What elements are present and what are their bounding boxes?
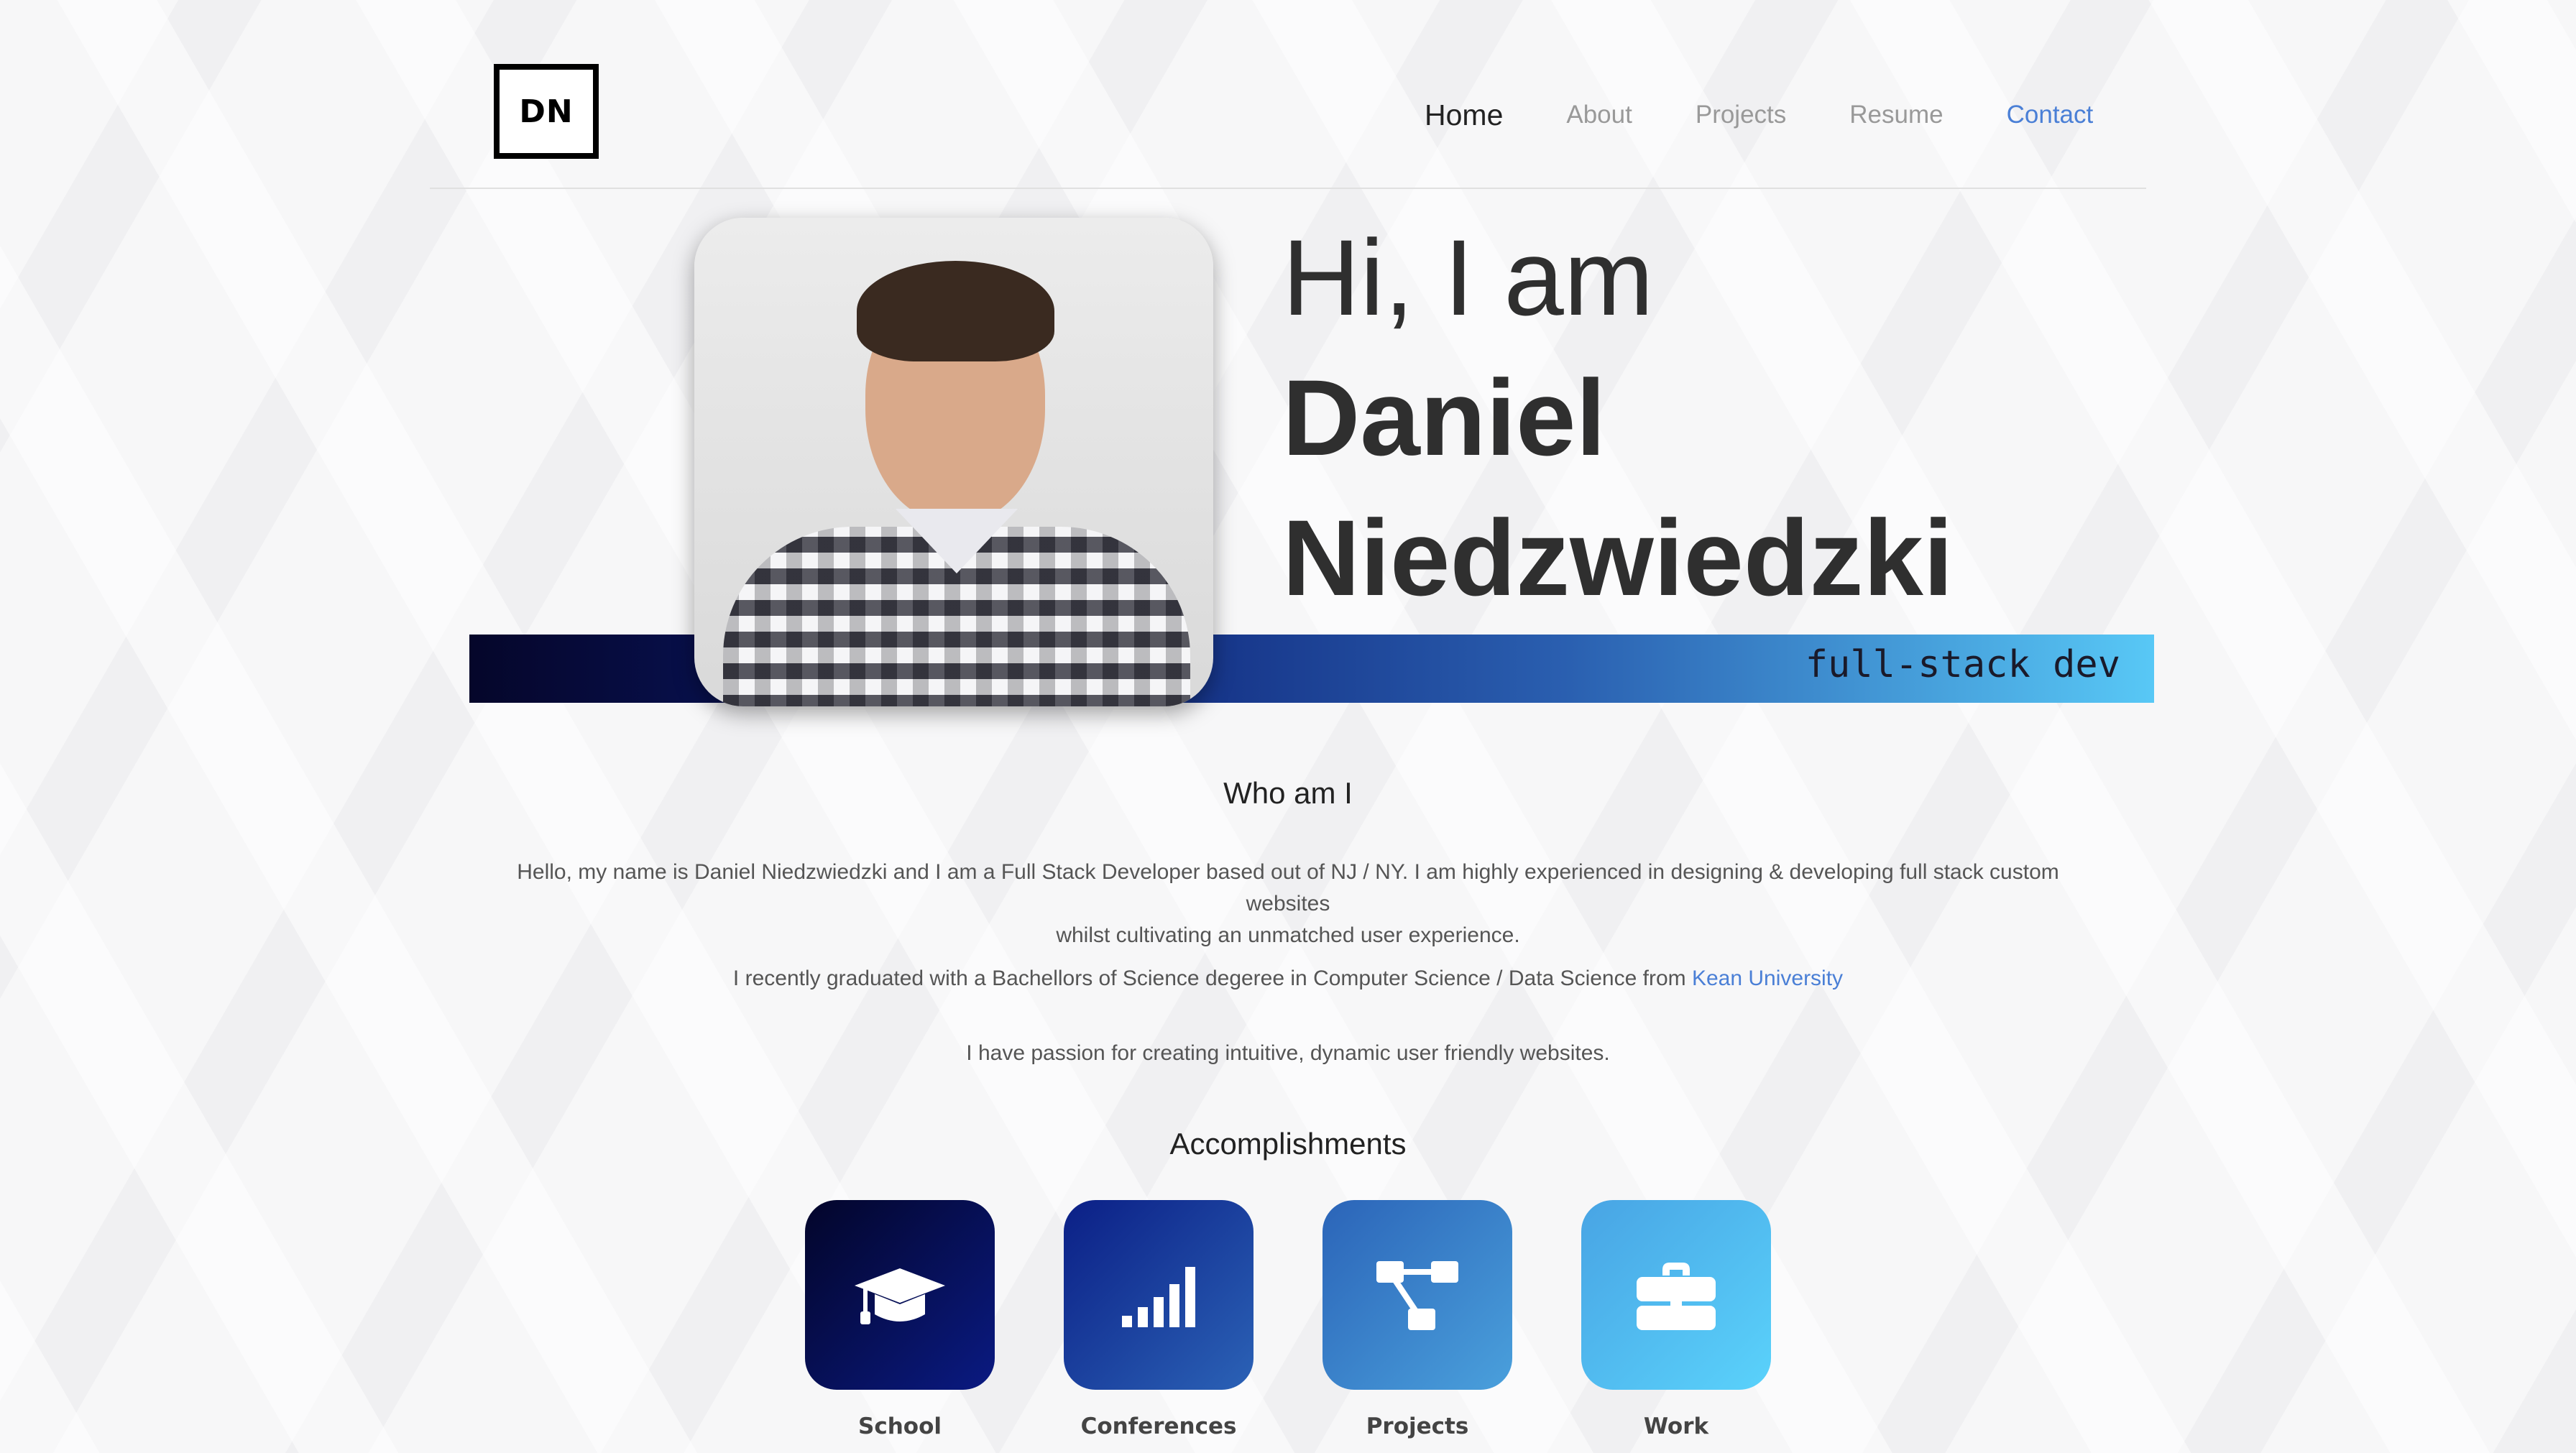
about-title: Who am I	[1223, 776, 1353, 810]
about-p2-text: I recently graduated with a Bachellors o…	[732, 967, 1692, 990]
conferences-label: Conferences	[1080, 1413, 1237, 1439]
projects-label: Projects	[1366, 1413, 1469, 1439]
profile-photo	[694, 218, 1213, 706]
about-paragraph-2: I recently graduated with a Bachellors o…	[489, 963, 2087, 995]
nav-about[interactable]: About	[1566, 93, 1632, 137]
work-tile[interactable]	[1581, 1200, 1771, 1390]
page: DN Home About Projects Resume Contact fu…	[0, 0, 2576, 1453]
nav-contact[interactable]: Contact	[2007, 93, 2094, 137]
conferences-tile[interactable]	[1064, 1200, 1254, 1390]
projects-tile[interactable]	[1322, 1200, 1512, 1390]
school-tile[interactable]	[805, 1200, 995, 1390]
site-logo[interactable]: DN	[494, 64, 599, 159]
graduation-cap-icon	[855, 1268, 945, 1324]
work-label: Work	[1643, 1413, 1709, 1439]
about-p1-line2: whilst cultivating an unmatched user exp…	[1056, 923, 1520, 947]
header-divider	[430, 188, 2146, 189]
photo-hair	[857, 261, 1054, 361]
main-nav: Home About Projects Resume Contact	[1425, 93, 2093, 137]
nav-resume[interactable]: Resume	[1849, 93, 1943, 137]
kean-university-link[interactable]: Kean University	[1692, 967, 1843, 990]
hero-greeting: Hi, I am	[1282, 217, 1654, 338]
nav-projects[interactable]: Projects	[1696, 93, 1786, 137]
role-tagline: full-stack dev	[1805, 643, 2120, 686]
about-p1-line1: Hello, my name is Daniel Niedzwiedzki an…	[517, 860, 2059, 915]
signal-bars-icon	[1122, 1267, 1195, 1327]
about-paragraph-3: I have passion for creating intuitive, d…	[966, 1041, 1610, 1065]
school-label: School	[858, 1413, 942, 1439]
hero-last-name: Niedzwiedzki	[1282, 497, 1954, 618]
project-diagram-icon	[1376, 1261, 1458, 1330]
about-paragraph-1: Hello, my name is Daniel Niedzwiedzki an…	[489, 857, 2087, 951]
accomplishments-title: Accomplishments	[1169, 1127, 1407, 1161]
briefcase-icon	[1637, 1263, 1716, 1330]
hero-first-name: Daniel	[1282, 357, 1606, 478]
nav-home[interactable]: Home	[1425, 93, 1503, 137]
